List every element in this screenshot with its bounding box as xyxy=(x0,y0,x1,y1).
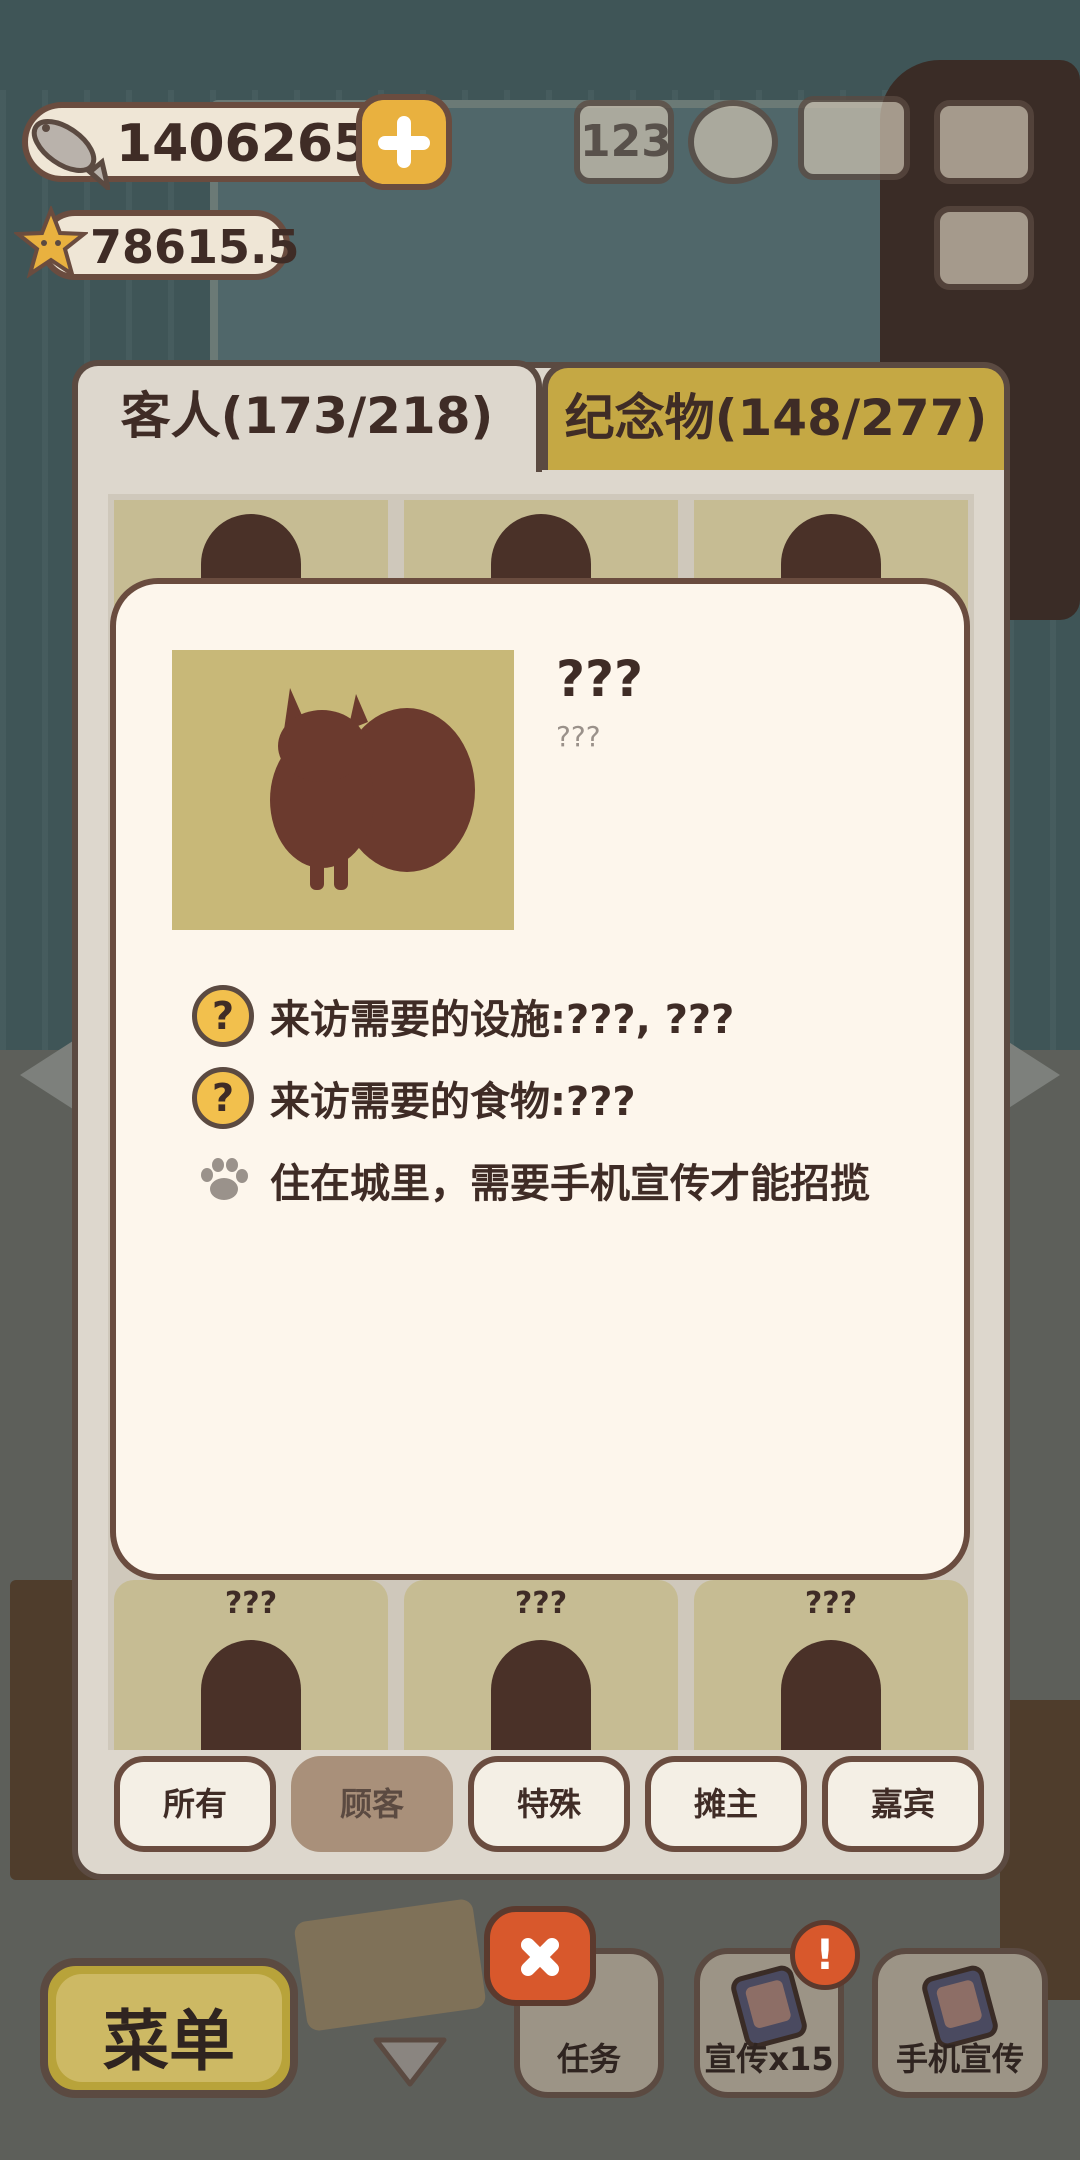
tab-souvenirs[interactable]: 纪念物(148/277) xyxy=(542,362,1010,470)
menu-button[interactable]: 菜单 xyxy=(40,1958,298,2098)
question-mark-icon: ? xyxy=(192,985,254,1047)
facility-requirement-text: 来访需要的设施:???, ??? xyxy=(270,997,735,1043)
alert-badge: ! xyxy=(790,1920,860,1990)
filter-customers-button[interactable]: 顾客 xyxy=(291,1756,453,1852)
phone-promote-label: 手机宣传 xyxy=(895,2040,1024,2078)
guestbook-icon[interactable] xyxy=(798,96,910,180)
food-requirement-row: ? 来访需要的食物:??? xyxy=(192,1066,636,1130)
star-currency-value: 78615.5 xyxy=(90,220,300,274)
fish-icon xyxy=(20,100,113,196)
tab-guests[interactable]: 客人(173/218) xyxy=(72,360,542,472)
location-note-text: 住在城里，需要手机宣传才能招揽 xyxy=(270,1161,870,1207)
camera-icon[interactable] xyxy=(934,100,1034,184)
location-note-row: 住在城里，需要手机宣传才能招揽 xyxy=(192,1148,870,1212)
add-currency-button[interactable] xyxy=(356,94,452,190)
paw-icon xyxy=(192,1149,254,1211)
guest-cell[interactable]: ??? xyxy=(114,1580,388,1750)
guest-silhouette xyxy=(201,1640,301,1750)
phone-promote-button[interactable]: 手机宣传 xyxy=(872,1948,1048,2098)
ranking-icon[interactable]: 123 xyxy=(574,100,674,184)
chevron-down-icon[interactable] xyxy=(370,2034,450,2090)
filter-vendors-button[interactable]: 摊主 xyxy=(645,1756,807,1852)
guest-silhouette xyxy=(781,1640,881,1750)
filter-vip-guests-button[interactable]: 嘉宾 xyxy=(822,1756,984,1852)
guest-cell-label: ??? xyxy=(804,1586,858,1621)
filter-special-button[interactable]: 特殊 xyxy=(468,1756,630,1852)
guest-cell[interactable]: ??? xyxy=(694,1580,968,1750)
filter-all-button[interactable]: 所有 xyxy=(114,1756,276,1852)
guest-cell-label: ??? xyxy=(514,1586,568,1621)
star-icon xyxy=(12,204,90,280)
guest-portrait xyxy=(172,650,514,930)
guest-subtitle: ??? xyxy=(556,720,601,753)
menu-button-label: 菜单 xyxy=(103,2003,235,2080)
guest-cell-label: ??? xyxy=(224,1586,278,1621)
tasks-button-label: 任务 xyxy=(556,2040,621,2078)
squirrel-silhouette-icon xyxy=(270,688,475,890)
close-button[interactable] xyxy=(484,1906,596,2006)
facility-requirement-row: ? 来访需要的设施:???, ??? xyxy=(192,984,734,1048)
guest-detail-card: ??? ??? ? 来访需要的设施:???, ??? ? 来访需要的食物:???… xyxy=(110,578,970,1580)
guest-name: ??? xyxy=(556,650,644,708)
question-mark-icon: ? xyxy=(192,1067,254,1129)
promote-x15-label: 宣传x15 xyxy=(704,2040,834,2078)
notice-board-icon[interactable] xyxy=(934,206,1034,290)
settings-gear-icon[interactable] xyxy=(688,100,778,184)
food-requirement-text: 来访需要的食物:??? xyxy=(270,1079,636,1125)
guest-silhouette xyxy=(491,1640,591,1750)
guest-cell[interactable]: ??? xyxy=(404,1580,678,1750)
